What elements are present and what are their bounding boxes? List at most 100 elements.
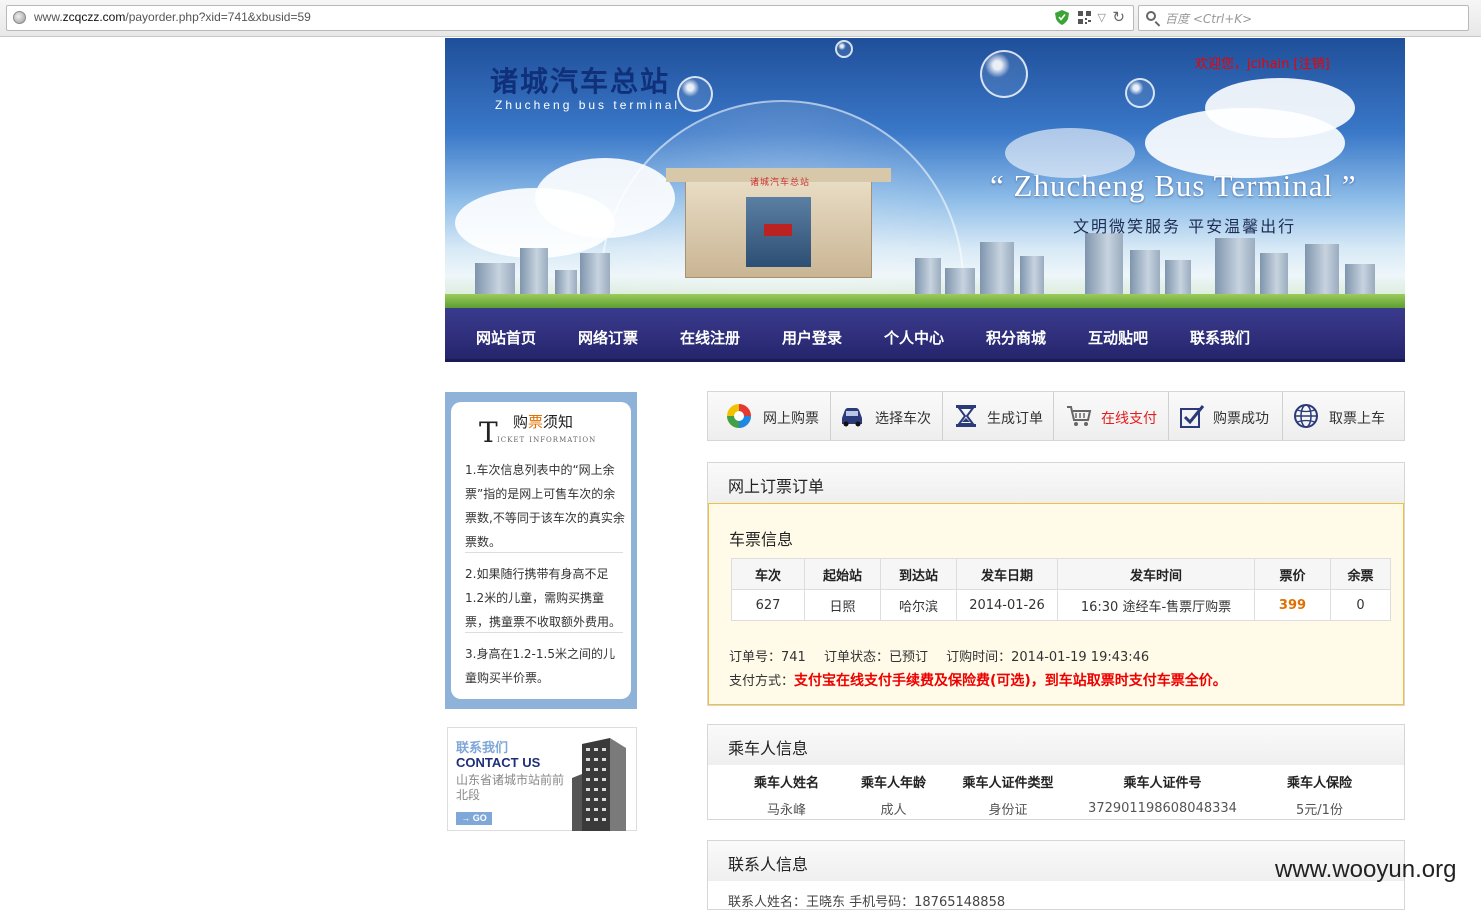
banner-slogan: 文明微笑服务 平安温馨出行 <box>1073 217 1297 236</box>
hourglass-icon <box>956 405 976 427</box>
watermark: www.wooyun.org <box>1275 856 1457 883</box>
contact-title: 联系我们 <box>456 741 509 756</box>
table-header-row: 乘车人姓名 乘车人年龄 乘车人证件类型 乘车人证件号 乘车人保险 <box>728 767 1388 795</box>
search-icon <box>1146 11 1156 21</box>
payment-label: 支付方式： <box>729 674 795 689</box>
qr-code-icon[interactable] <box>1078 11 1091 24</box>
step-generate-order[interactable]: 生成订单 <box>943 392 1054 440</box>
url-text[interactable]: www.zcqczz.com/payorder.php?xid=741&xbus… <box>34 10 311 24</box>
panel-header: 网上订票订单 <box>708 463 1404 503</box>
search-placeholder: 百度 <Ctrl+K> <box>1165 12 1253 26</box>
browser-toolbar: www.zcqczz.com/payorder.php?xid=741&xbus… <box>0 0 1481 37</box>
cell-date: 2014-01-26 <box>956 589 1058 621</box>
ticket-info-title: 车票信息 <box>729 530 794 549</box>
cell-price: 399 <box>1254 589 1331 621</box>
cell-time: 16:30 途经车-售票厅购票 <box>1057 589 1255 621</box>
nav-home[interactable]: 网站首页 <box>476 327 536 348</box>
station-building <box>666 168 891 278</box>
nav-account[interactable]: 个人中心 <box>884 327 944 348</box>
shield-icon[interactable] <box>1055 10 1069 25</box>
notice-title: 购票须知 <box>513 413 574 431</box>
address-bar[interactable]: www.zcqczz.com/payorder.php?xid=741&xbus… <box>6 5 1134 31</box>
main-nav: 网站首页 网络订票 在线注册 用户登录 个人中心 积分商城 互动贴吧 联系我们 <box>445 308 1405 362</box>
contact-address: 山东省诸城市站前前北段 <box>456 773 565 802</box>
panel-header: 乘车人信息 <box>708 725 1404 765</box>
step-label-active: 在线支付 <box>1101 411 1157 427</box>
step-label: 选择车次 <box>875 411 931 427</box>
cell-insurance: 5元/1份 <box>1296 802 1343 818</box>
column-header: 发车日期 <box>956 558 1058 590</box>
step-buy-online[interactable]: 网上购票 <box>708 392 831 440</box>
bubble-decoration <box>835 40 853 58</box>
step-label: 网上购票 <box>763 411 819 427</box>
building-image <box>572 738 626 831</box>
globe-icon <box>1294 404 1318 428</box>
nav-contact[interactable]: 联系我们 <box>1190 327 1250 348</box>
notice-item: 3.身高在1.2-1.5米之间的儿童购买半价票。 <box>465 647 615 685</box>
site-logo-en: Zhucheng bus terminal <box>495 98 681 112</box>
notice-title-en: icket information <box>497 434 597 445</box>
order-status: 订单状态：已预订 <box>823 650 928 665</box>
nav-login[interactable]: 用户登录 <box>782 327 842 348</box>
bubble-decoration <box>1125 78 1155 108</box>
site-banner: 诸城汽车总站 诸城汽车总站 Zhucheng bus terminal 欢迎您，… <box>445 38 1405 308</box>
checkmark-icon <box>1180 405 1205 428</box>
order-number: 订单号：741 <box>729 650 806 665</box>
go-button[interactable]: → GO <box>456 812 492 825</box>
contact-us-box[interactable]: 联系我们 CONTACT US 山东省诸城市站前前北段 → GO <box>447 727 637 831</box>
notice-item: 1.车次信息列表中的“网上余票”指的是网上可售车次的余票数,不等同于该车次的真实… <box>465 463 625 549</box>
cloud-decoration <box>1205 78 1355 138</box>
site-logo[interactable]: 诸城汽车总站 <box>490 60 670 100</box>
nav-booking[interactable]: 网络订票 <box>578 327 638 348</box>
bubble-decoration <box>677 76 713 112</box>
lawn-decoration <box>445 294 1405 308</box>
passenger-panel: 乘车人信息 乘车人姓名 乘车人年龄 乘车人证件类型 乘车人证件号 乘车人保险 马… <box>707 724 1405 820</box>
cell-passenger-age: 成人 <box>880 802 907 818</box>
order-panel-title: 网上订票订单 <box>728 477 825 496</box>
cell-trip-no: 627 <box>731 589 805 621</box>
cell-origin: 日照 <box>804 589 881 621</box>
column-header: 车次 <box>731 558 805 590</box>
step-select-trip[interactable]: 选择车次 <box>831 392 943 440</box>
refresh-icon[interactable]: ↻ <box>1112 8 1125 26</box>
nav-points-mall[interactable]: 积分商城 <box>986 327 1046 348</box>
payment-text: 支付宝在线支付手续费及保险费(可选)，到车站取票时支付车票全价。 <box>794 673 1227 689</box>
table-row: 627 日照 哈尔滨 2014-01-26 16:30 途经车-售票厅购票 39… <box>731 589 1391 621</box>
contact-title-en: CONTACT US <box>456 755 541 770</box>
ticket-notice-box: 购票须知 T icket information 1.车次信息列表中的“网上余票… <box>445 392 637 709</box>
ticket-table: 车次 起始站 到达站 发车日期 发车时间 票价 余票 627 日照 哈尔滨 20… <box>731 558 1391 621</box>
car-icon <box>842 408 862 427</box>
order-time: 订购时间：2014-01-19 19:43:46 <box>946 650 1150 665</box>
contact-info-line: 联系人姓名：王晓东 手机号码：18765148858 <box>728 895 1006 910</box>
bubble-decoration <box>980 50 1028 98</box>
column-header: 到达站 <box>880 558 957 590</box>
notice-title-initial: T <box>479 416 498 449</box>
passenger-panel-title: 乘车人信息 <box>728 739 809 758</box>
cart-icon <box>1067 406 1092 426</box>
globe-favicon-icon <box>13 11 26 24</box>
cell-passenger-name: 马永峰 <box>766 802 806 818</box>
contact-info-title: 联系人信息 <box>728 855 809 874</box>
column-header: 票价 <box>1254 558 1331 590</box>
search-input[interactable]: 百度 <Ctrl+K> <box>1138 5 1469 31</box>
order-panel: 网上订票订单 车票信息 车次 起始站 到达站 发车日期 发车时间 票价 余票 6… <box>707 462 1405 706</box>
banner-title: “ Zhucheng Bus Terminal ” <box>990 168 1357 203</box>
welcome-logout-link[interactable]: 欢迎您，jcihain [注销] <box>1195 53 1330 72</box>
cell-id-number: 372901198608048334 <box>1088 800 1237 816</box>
color-wheel-icon <box>727 404 751 428</box>
nav-register[interactable]: 在线注册 <box>680 327 740 348</box>
step-purchase-success[interactable]: 购票成功 <box>1169 392 1283 440</box>
column-header: 乘车人证件类型 <box>962 775 1054 791</box>
nav-forum[interactable]: 互动贴吧 <box>1088 327 1148 348</box>
step-online-payment[interactable]: 在线支付 <box>1054 392 1169 440</box>
chevron-down-icon[interactable]: ▽ <box>1098 11 1106 24</box>
column-header: 乘车人年龄 <box>860 775 926 791</box>
notice-item: 2.如果随行携带有身高不足1.2米的儿童，需购买携童票，携童票不收取额外费用。 <box>465 567 622 629</box>
column-header: 乘车人保险 <box>1286 775 1352 791</box>
table-row: 马永峰 成人 身份证 372901198608048334 5元/1份 <box>728 795 1388 821</box>
step-label: 购票成功 <box>1213 411 1269 427</box>
station-sign: 诸城汽车总站 <box>750 178 811 188</box>
column-header: 起始站 <box>804 558 881 590</box>
cell-id-type: 身份证 <box>988 802 1028 818</box>
step-collect-ticket[interactable]: 取票上车 <box>1283 392 1404 440</box>
